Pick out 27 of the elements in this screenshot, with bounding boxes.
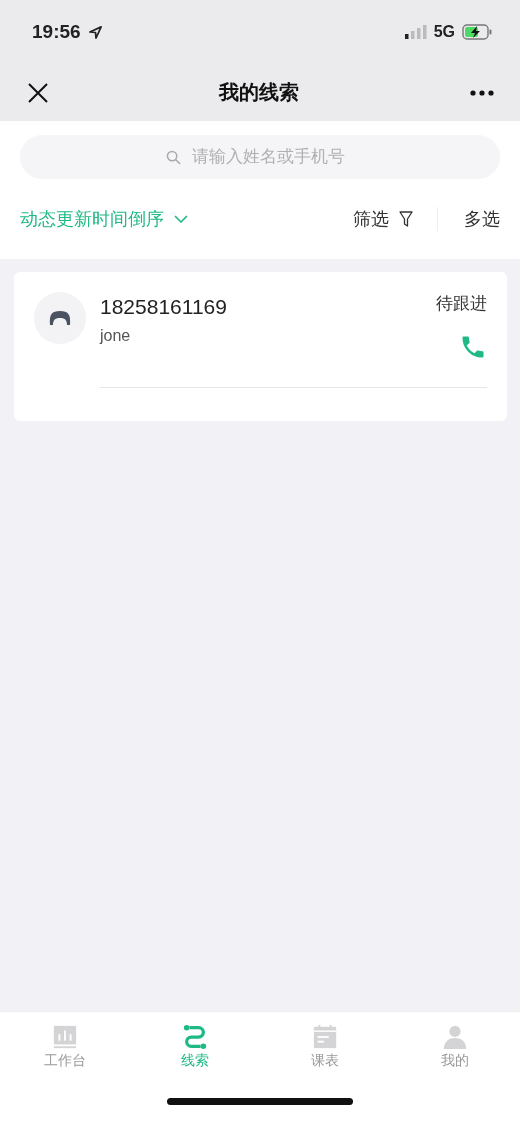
route-icon: [182, 1024, 208, 1050]
calendar-icon: [312, 1024, 338, 1050]
avatar-icon: [34, 292, 86, 344]
multi-select-button[interactable]: 多选: [464, 207, 500, 231]
tab-item[interactable]: 我的: [390, 1024, 520, 1070]
signal-icon: [404, 25, 427, 39]
chevron-down-icon: [174, 215, 188, 223]
lead-phone: 18258161169: [100, 295, 227, 319]
status-time: 19:56: [32, 21, 81, 43]
lead-card[interactable]: 18258161169 jone 待跟进: [14, 272, 507, 421]
filter-button[interactable]: 筛选: [353, 207, 413, 231]
battery-charging-icon: [462, 24, 492, 40]
search-field[interactable]: 请输入姓名或手机号: [20, 135, 500, 179]
person-icon: [442, 1024, 468, 1050]
more-icon[interactable]: [470, 89, 494, 96]
tab-item[interactable]: 工作台: [0, 1024, 130, 1070]
tab-item[interactable]: 课表: [260, 1024, 390, 1070]
chart-board-icon: [52, 1024, 78, 1050]
close-icon[interactable]: [28, 82, 48, 103]
lead-name: jone: [100, 327, 132, 345]
network-label: 5G: [433, 23, 455, 41]
sort-dropdown[interactable]: 动态更新时间倒序: [20, 207, 188, 231]
tab-item[interactable]: 线索: [130, 1024, 260, 1070]
location-arrow-icon: [87, 24, 103, 40]
page-title: 我的线索: [219, 80, 299, 105]
filter-icon: [399, 211, 413, 227]
lead-status: 待跟进: [436, 293, 487, 315]
